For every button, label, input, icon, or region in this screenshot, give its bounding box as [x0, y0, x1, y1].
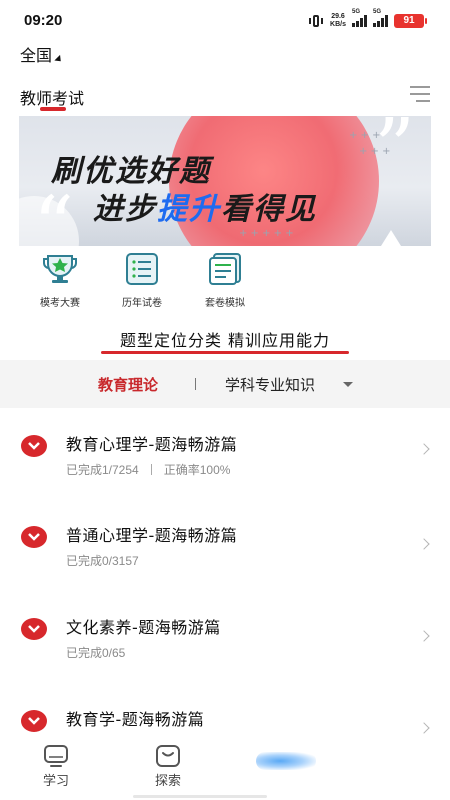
- banner-headline-2-highlight: 提升: [157, 192, 221, 227]
- subject-tab-major-knowledge[interactable]: 学科专业知识: [225, 374, 315, 395]
- tab-teacher-exam[interactable]: 教师考试: [20, 85, 84, 109]
- home-indicator: [133, 795, 267, 798]
- paper-list-icon: [126, 253, 158, 285]
- quick-action-label: 套卷模拟: [205, 298, 245, 309]
- battery-icon: 91: [394, 14, 427, 28]
- list-item-title: 教育学-题海畅游篇: [66, 710, 205, 729]
- chevron-right-icon: [418, 722, 430, 734]
- chevron-right-icon: [418, 538, 430, 550]
- nav-label: 学习: [42, 774, 69, 789]
- nav-tab-study[interactable]: 学习: [26, 738, 86, 789]
- subject-divider: [195, 378, 196, 390]
- section-slogan: 题型定位分类 精训应用能力: [119, 331, 331, 350]
- menu-icon[interactable]: [410, 86, 430, 102]
- nav-active-glow[interactable]: [256, 752, 316, 770]
- list-item-progress: 已完成1/7254: [66, 463, 139, 477]
- bottom-nav: 学习 探索: [0, 738, 450, 800]
- banner-headline-2-suffix: 看得见: [221, 192, 317, 227]
- nav-tab-explore[interactable]: 探索: [138, 738, 198, 789]
- nav-label: 探索: [154, 774, 181, 789]
- list-item-title: 教育心理学-题海畅游篇: [66, 435, 238, 454]
- meta-separator: [150, 464, 152, 475]
- network-speed-value: 29.6: [331, 13, 345, 20]
- promo-banner[interactable]: “ ” + + + + + + + + + + + 刷优选好题 进步提升看得见: [19, 116, 431, 246]
- banner-headline-2: 进步提升看得见: [93, 184, 317, 228]
- list-item-progress: 已完成0/3157: [66, 554, 139, 568]
- quick-action-test-sets[interactable]: 套卷模拟: [190, 252, 260, 309]
- list-item[interactable]: 普通心理学-题海畅游篇 已完成0/3157: [0, 522, 450, 602]
- status-icons: 29.6 KB/s 5G 5G 91: [308, 9, 427, 29]
- list-item-accuracy: 正确率100%: [163, 463, 231, 477]
- list-item[interactable]: 教育学-题海畅游篇: [0, 706, 450, 738]
- caret-down-icon[interactable]: [343, 382, 353, 387]
- plus-decor-icon: + + +: [349, 130, 381, 141]
- expand-chevron-icon[interactable]: [21, 710, 47, 732]
- list-item-title: 文化素养-题海畅游篇: [66, 618, 221, 637]
- study-icon: [44, 745, 68, 767]
- chevron-right-icon: [418, 443, 430, 455]
- list-item-progress: 已完成0/65: [66, 646, 126, 660]
- list-item[interactable]: 教育心理学-题海畅游篇 已完成1/7254 正确率100%: [0, 431, 450, 511]
- list-item[interactable]: 文化素养-题海畅游篇 已完成0/65: [0, 614, 450, 694]
- plus-decor-icon: + + +: [359, 146, 391, 157]
- list-item-meta: 已完成1/7254 正确率100%: [66, 461, 230, 478]
- tab-active-indicator: [40, 107, 66, 111]
- status-bar: 09:20 29.6 KB/s 5G 5G 91: [0, 0, 450, 40]
- test-set-icon: [209, 253, 241, 285]
- banner-decor-triangle: [381, 230, 401, 246]
- network-speed-unit: KB/s: [330, 21, 346, 28]
- banner-headline-2-prefix: 进步: [93, 192, 157, 227]
- signal-label: 5G: [352, 9, 361, 15]
- trophy-icon: [43, 255, 77, 283]
- list-item-title: 普通心理学-题海畅游篇: [66, 526, 238, 545]
- list-item-meta: 已完成0/65: [66, 644, 125, 661]
- expand-chevron-icon[interactable]: [21, 618, 47, 640]
- list-item-meta: 已完成0/3157: [66, 552, 139, 569]
- expand-chevron-icon[interactable]: [21, 526, 47, 548]
- quote-mark-icon: “: [33, 179, 74, 247]
- quick-action-label: 历年试卷: [122, 298, 162, 309]
- vibrate-icon: [308, 14, 324, 28]
- plus-decor-icon: + + + + +: [239, 228, 294, 239]
- subject-tab-education-theory[interactable]: 教育理论: [98, 374, 158, 395]
- expand-chevron-icon[interactable]: [21, 435, 47, 457]
- quick-action-past-papers[interactable]: 历年试卷: [107, 252, 177, 309]
- signal-strength-icon: 5G: [352, 9, 367, 27]
- signal-label-2: 5G: [373, 9, 382, 15]
- subject-filter-bar: 教育理论 学科专业知识: [0, 360, 450, 408]
- network-speed: 29.6 KB/s: [330, 13, 346, 29]
- status-time: 09:20: [24, 12, 63, 29]
- signal-strength-icon-2: 5G: [373, 9, 388, 27]
- chevron-right-icon: [418, 630, 430, 642]
- slogan-underline: [101, 351, 349, 354]
- quick-actions: 模考大赛 历年试卷 套卷模拟: [0, 252, 450, 312]
- quick-action-mock-contest[interactable]: 模考大赛: [25, 252, 95, 309]
- region-selector[interactable]: 全国: [20, 42, 64, 66]
- region-label: 全国: [20, 46, 53, 65]
- caret-down-icon: [54, 54, 64, 65]
- quick-action-label: 模考大赛: [40, 298, 80, 309]
- explore-icon: [156, 745, 180, 767]
